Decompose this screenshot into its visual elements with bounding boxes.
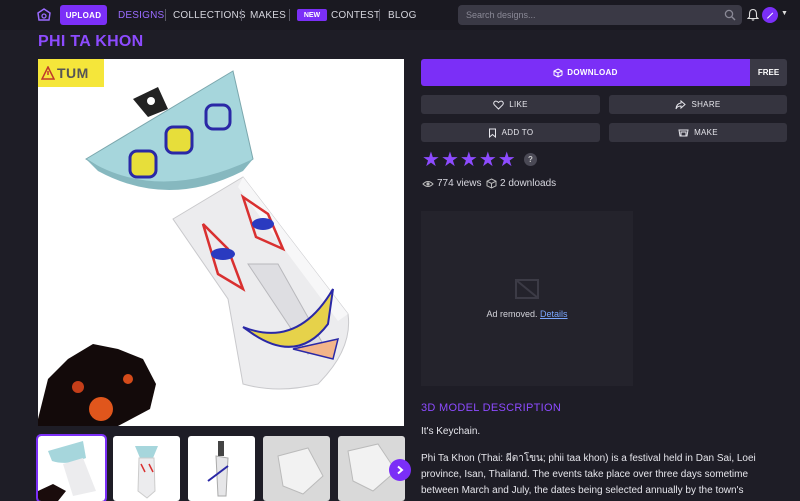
nav-divider: [289, 9, 290, 21]
price-badge: FREE: [750, 59, 787, 86]
cube-icon: [486, 178, 497, 189]
nav-makes[interactable]: MAKES: [250, 10, 286, 21]
watermark-text: TUM: [57, 65, 89, 81]
logo-icon[interactable]: [36, 8, 52, 22]
cube-icon: [553, 67, 563, 78]
nav-divider: [379, 9, 380, 21]
ad-details-link[interactable]: Details: [540, 309, 568, 319]
make-label: MAKE: [694, 128, 718, 137]
add-to-label: ADD TO: [501, 128, 534, 137]
downloads-stat: 2 downloads: [486, 178, 556, 189]
upload-button[interactable]: UPLOAD: [60, 5, 107, 25]
watermark-badge: TUM: [38, 59, 104, 87]
rating-stars[interactable]: ★ ★ ★ ★ ★: [422, 150, 516, 170]
thumbnail-2[interactable]: [113, 436, 180, 501]
avatar[interactable]: [762, 7, 778, 23]
like-button[interactable]: LIKE: [421, 95, 600, 114]
printer-icon: [678, 129, 689, 136]
star-icon[interactable]: ★: [479, 150, 497, 170]
new-badge: NEW: [297, 9, 327, 21]
description-body: Phi Ta Khon (Thai: ผีตาโขน; phii taa kho…: [421, 453, 756, 496]
download-button[interactable]: DOWNLOAD: [421, 59, 750, 86]
heart-icon: [493, 100, 505, 110]
thumbnail-3[interactable]: [188, 436, 255, 501]
nav-designs[interactable]: DESIGNS: [118, 10, 164, 21]
star-icon[interactable]: ★: [460, 150, 478, 170]
star-icon[interactable]: ★: [422, 150, 440, 170]
search-icon[interactable]: [724, 9, 736, 21]
rating-help-icon[interactable]: ?: [524, 153, 537, 166]
warning-icon: [41, 66, 55, 80]
top-nav: UPLOAD DESIGNS COLLECTIONS MAKES NEW CON…: [0, 0, 800, 30]
chevron-right-icon: [397, 465, 404, 475]
share-icon: [675, 99, 687, 109]
views-stat: 774 views: [422, 178, 481, 189]
eye-icon: [422, 180, 434, 187]
description-line: It's Keychain.: [421, 426, 481, 437]
nav-divider: [241, 9, 242, 21]
model-render: [38, 70, 350, 426]
star-icon[interactable]: ★: [498, 150, 516, 170]
search-bar: [458, 5, 742, 25]
nav-contest[interactable]: CONTEST: [331, 10, 380, 21]
nav-divider: [165, 9, 166, 21]
ad-text: Ad removed. Details: [421, 309, 633, 319]
thumbnail-4[interactable]: [263, 436, 330, 501]
nav-collections[interactable]: COLLECTIONS: [173, 10, 246, 21]
ad-removed-label: Ad removed.: [486, 309, 538, 319]
downloads-count: 2 downloads: [500, 178, 557, 189]
star-icon[interactable]: ★: [441, 150, 459, 170]
description-heading: 3D MODEL DESCRIPTION: [421, 402, 562, 414]
caret-down-icon[interactable]: ▼: [781, 10, 788, 17]
views-count: 774 views: [437, 178, 482, 189]
ad-placeholder: Ad removed. Details: [421, 211, 633, 386]
thumbnail-1[interactable]: [36, 434, 107, 501]
next-thumbnail-button[interactable]: [389, 459, 411, 481]
make-button[interactable]: MAKE: [609, 123, 787, 142]
nav-blog[interactable]: BLOG: [388, 10, 417, 21]
ad-removed-icon: [515, 279, 539, 299]
search-input[interactable]: [466, 9, 716, 21]
page-title: PHI TA KHON: [38, 33, 144, 50]
share-label: SHARE: [691, 100, 721, 109]
add-to-button[interactable]: ADD TO: [421, 123, 600, 142]
main-model-image[interactable]: TUM: [38, 59, 404, 426]
share-button[interactable]: SHARE: [609, 95, 787, 114]
bookmark-icon: [488, 128, 496, 138]
like-label: LIKE: [509, 100, 528, 109]
bell-icon[interactable]: [747, 8, 759, 21]
pen-icon: [767, 12, 774, 19]
download-label: DOWNLOAD: [567, 68, 618, 77]
